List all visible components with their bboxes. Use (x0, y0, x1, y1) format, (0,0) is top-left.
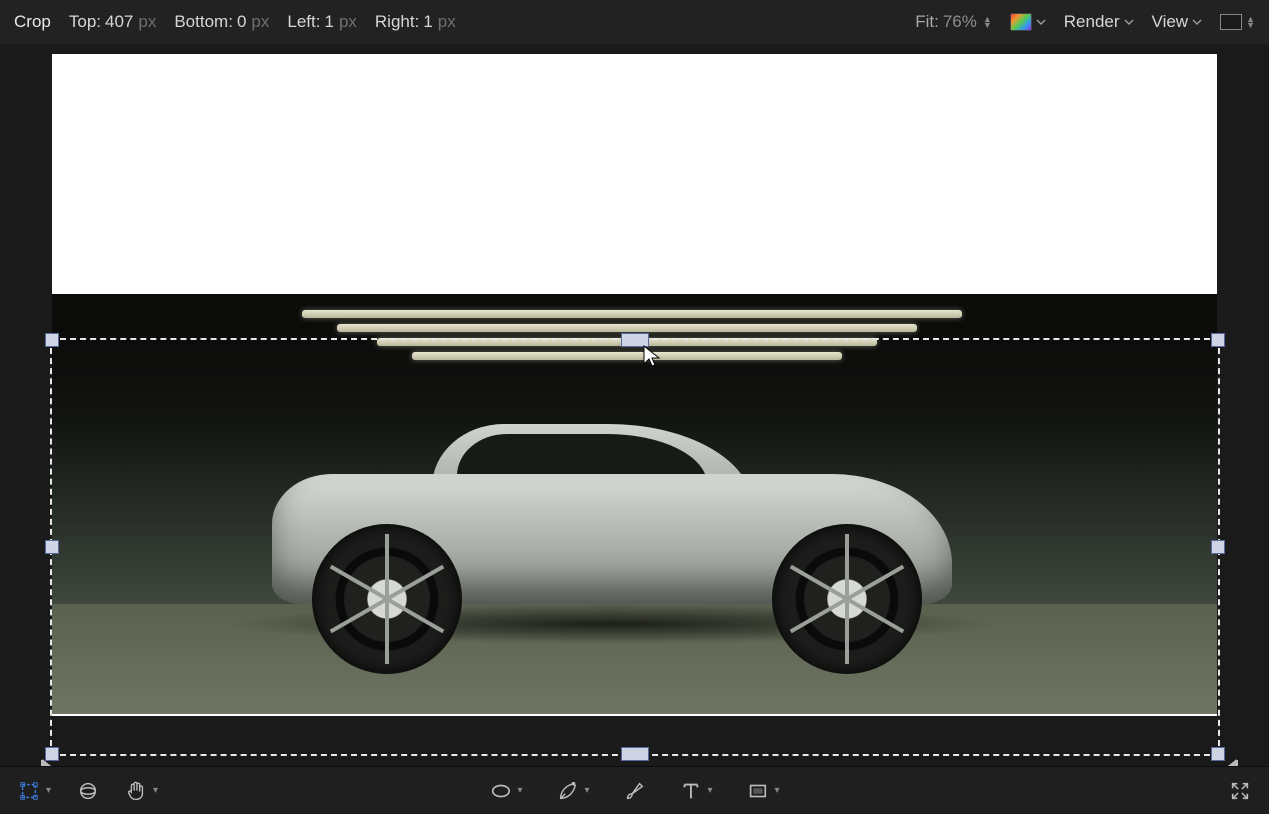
crop-bottom-value[interactable]: 0 (237, 12, 246, 32)
crop-right-value[interactable]: 1 (423, 12, 432, 32)
chevron-down-icon: ▾ (517, 785, 522, 796)
crop-mode-label: Crop (14, 12, 51, 32)
chevron-down-icon: ▾ (775, 785, 780, 796)
pen-tool-icon (556, 780, 578, 802)
mask-tool-button[interactable]: ▾ (747, 780, 780, 802)
crop-handle-mid-left[interactable] (45, 540, 59, 554)
crop-top-field[interactable]: Top: 407px (69, 12, 156, 32)
brush-tool-icon (624, 780, 646, 802)
chevron-down-icon: ▾ (708, 785, 713, 796)
crop-handle-mid-right[interactable] (1211, 540, 1225, 554)
text-tool-button[interactable]: ▾ (680, 780, 713, 802)
crop-handle-mid-top[interactable] (621, 333, 649, 347)
stepper-icon: ▲▼ (1246, 16, 1255, 28)
chevron-down-icon: ▾ (153, 785, 158, 796)
view-menu[interactable]: View (1152, 12, 1203, 32)
crop-right-unit: px (438, 12, 456, 32)
canvas-frame (52, 54, 1217, 716)
view-label: View (1152, 12, 1189, 32)
text-tool-icon (680, 780, 702, 802)
ellipse-shape-icon (489, 780, 511, 802)
chevron-down-icon (1036, 12, 1046, 32)
render-label: Render (1064, 12, 1120, 32)
top-toolbar: Crop Top: 407px Bottom: 0px Left: 1px Ri… (0, 0, 1269, 44)
crop-bottom-field[interactable]: Bottom: 0px (174, 12, 269, 32)
crop-right-field[interactable]: Right: 1 px (375, 12, 456, 32)
render-menu[interactable]: Render (1064, 12, 1134, 32)
view-layout-menu[interactable]: ▲▼ (1220, 14, 1255, 30)
crop-handle-top-right[interactable] (1211, 333, 1225, 347)
crop-left-value[interactable]: 1 (324, 12, 333, 32)
chevron-down-icon: ▾ (584, 785, 589, 796)
fullscreen-button[interactable] (1229, 780, 1251, 802)
color-channel-icon (1010, 13, 1032, 31)
crop-bottom-unit: px (251, 12, 269, 32)
chevron-down-icon: ▾ (46, 785, 51, 796)
shape-tool-button[interactable]: ▾ (489, 780, 522, 802)
crop-top-unit: px (138, 12, 156, 32)
orbit-tool-icon (77, 780, 99, 802)
brush-tool-button[interactable] (624, 780, 646, 802)
crop-right-label: Right: (375, 12, 419, 32)
fit-stepper-icon[interactable]: ▲▼ (983, 16, 992, 28)
hand-tool-button[interactable]: ▾ (125, 780, 158, 802)
car-graphic (272, 404, 952, 664)
color-channel-menu[interactable] (1010, 12, 1046, 32)
crop-left-unit: px (339, 12, 357, 32)
clip-image (52, 294, 1217, 714)
crop-handle-top-left[interactable] (45, 333, 59, 347)
bottom-toolbar: ▾ ▾ ▾ ▾ ▾ ▾ (0, 766, 1269, 814)
fit-value[interactable]: 76% (943, 12, 977, 32)
orbit-tool-button[interactable] (77, 780, 99, 802)
hand-tool-icon (125, 780, 147, 802)
crop-bottom-label: Bottom: (174, 12, 233, 32)
chevron-down-icon (1192, 12, 1202, 32)
crop-top-value[interactable]: 407 (105, 12, 133, 32)
crop-left-field[interactable]: Left: 1 px (287, 12, 357, 32)
pen-tool-button[interactable]: ▾ (556, 780, 589, 802)
crop-left-label: Left: (287, 12, 320, 32)
rectangle-mask-icon (747, 780, 769, 802)
transform-tool-icon (18, 780, 40, 802)
transform-tool-button[interactable]: ▾ (18, 780, 51, 802)
zoom-fit-control[interactable]: Fit: 76% ▲▼ (915, 12, 992, 32)
viewer-canvas[interactable]: B020C003_101219_R1ZL (0, 44, 1269, 766)
expand-icon (1229, 780, 1251, 802)
fit-label: Fit: (915, 12, 939, 32)
chevron-down-icon (1124, 12, 1134, 32)
view-layout-icon (1220, 14, 1242, 30)
crop-top-label: Top: (69, 12, 101, 32)
